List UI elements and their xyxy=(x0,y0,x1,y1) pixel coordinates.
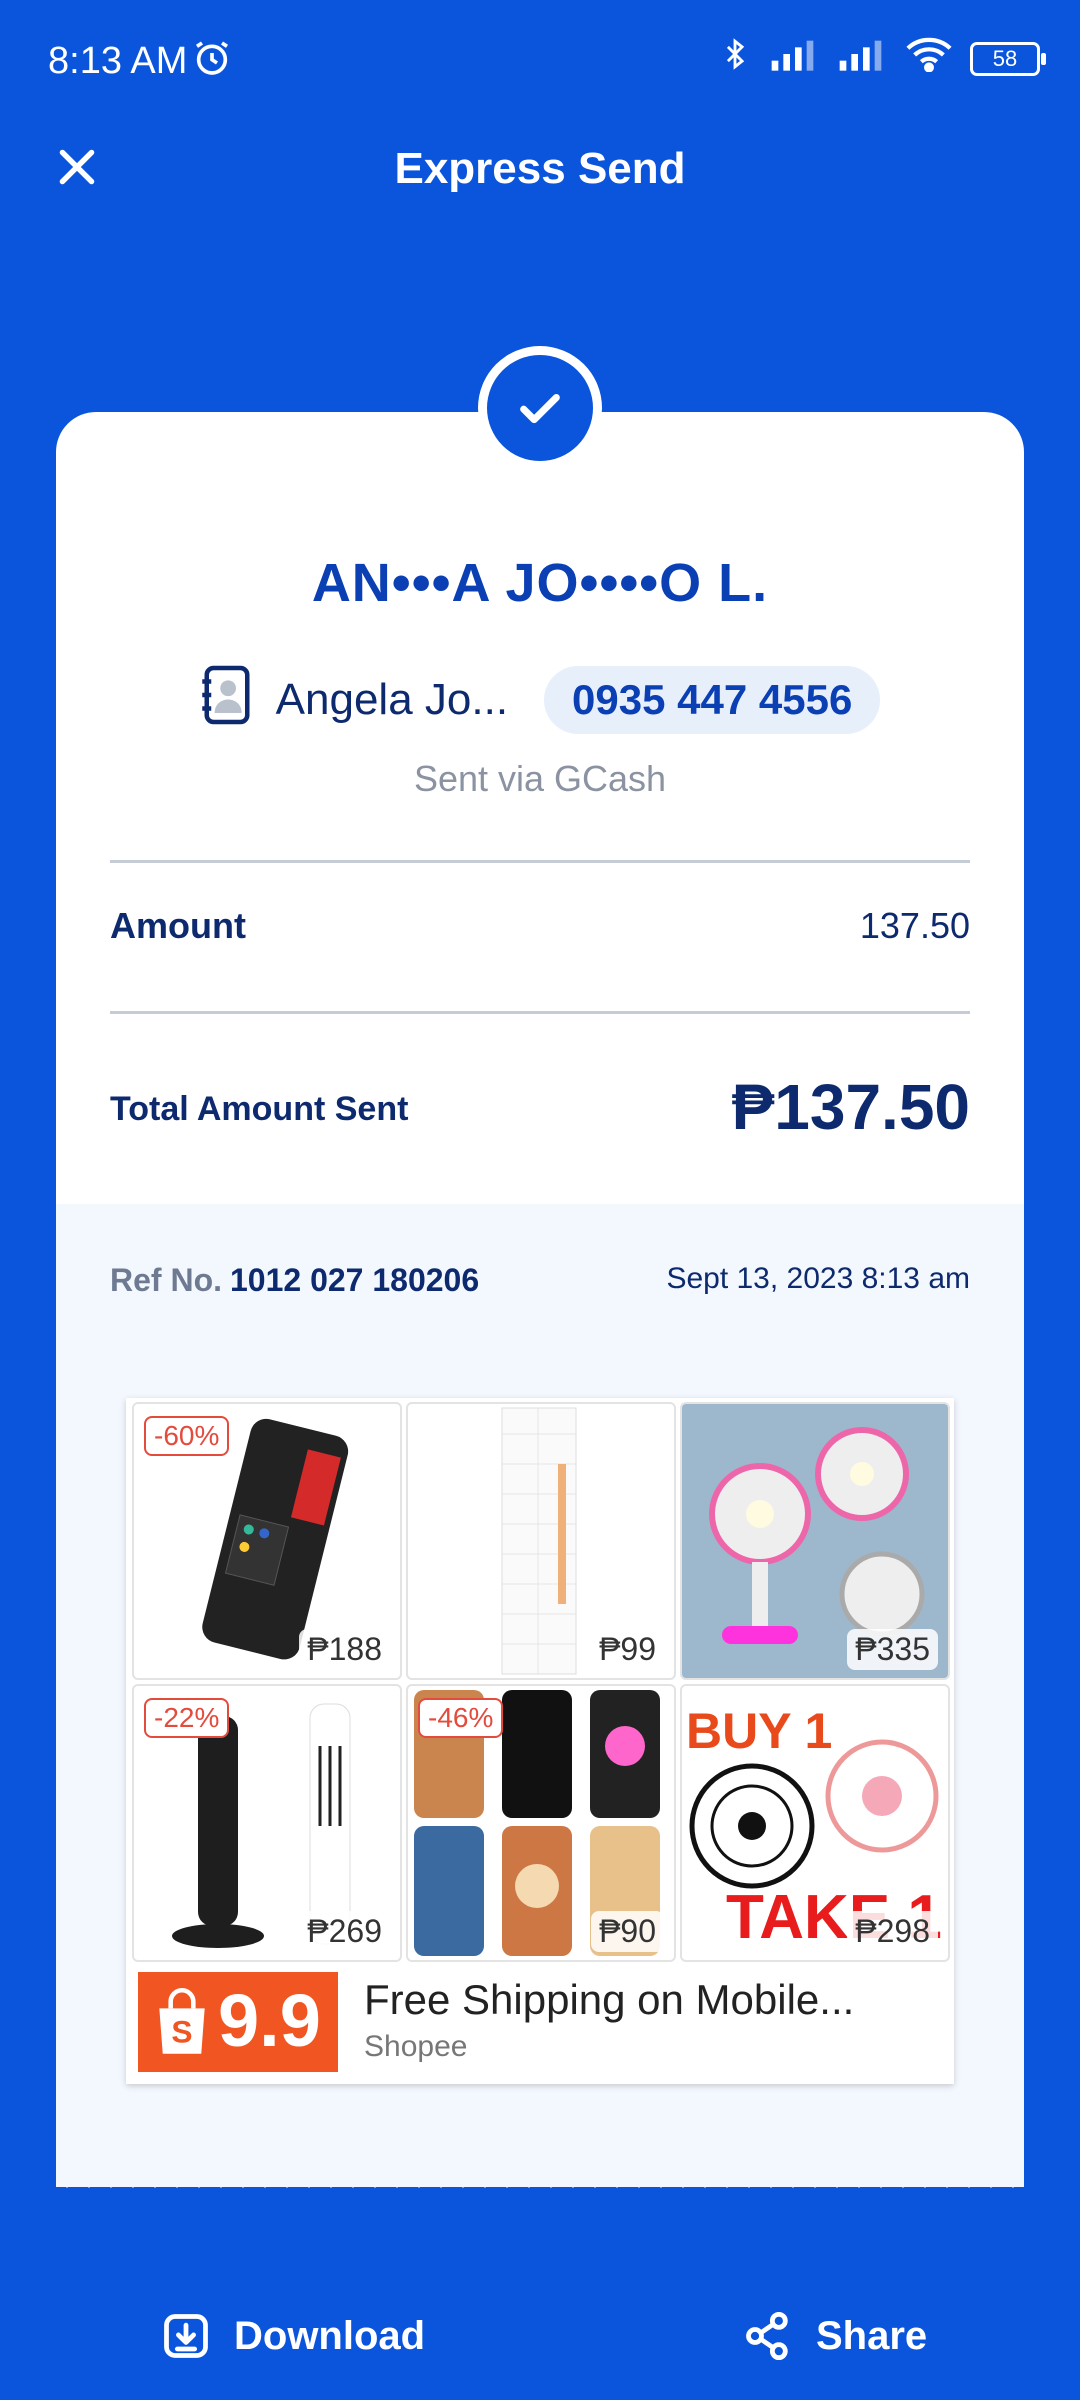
check-icon xyxy=(520,394,560,424)
bottom-actions: Download Share xyxy=(0,2310,1080,2400)
battery-icon: 58 xyxy=(970,42,1046,76)
svg-text:S: S xyxy=(171,2013,192,2049)
ad-brand: Shopee xyxy=(364,2030,468,2063)
share-icon xyxy=(746,2311,788,2361)
transaction-date: Sept 13, 2023 8:13 am xyxy=(666,1262,970,1295)
product-price: ₱188 xyxy=(299,1629,390,1670)
product-price: ₱335 xyxy=(847,1629,938,1670)
bluetooth-icon xyxy=(718,34,752,84)
ad-product-tile[interactable]: -46% ₱90 xyxy=(406,1684,676,1962)
download-label: Download xyxy=(234,2313,426,2358)
sent-via-label: Sent via GCash xyxy=(413,758,667,799)
share-button[interactable]: Share xyxy=(742,2310,927,2362)
page-title: Express Send xyxy=(394,144,686,193)
alarm-icon xyxy=(192,38,232,88)
logo-text: 9.9 xyxy=(218,1979,321,2062)
ad-product-tile[interactable]: ₱99 xyxy=(406,1402,676,1680)
wifi-icon xyxy=(906,36,952,82)
success-check-badge xyxy=(478,346,602,470)
reference-row: Ref No. 1012 027 180206 Sept 13, 2023 8:1… xyxy=(110,1262,970,1299)
contact-name: Angela Jo... xyxy=(275,675,509,724)
discount-badge: -46% xyxy=(418,1698,504,1738)
contact-info: Angela Jo... xyxy=(200,665,508,736)
top-bar: Express Send xyxy=(0,120,1080,220)
divider-top xyxy=(110,860,970,863)
download-icon xyxy=(164,2314,208,2358)
divider-bottom xyxy=(110,1011,970,1014)
ad-product-tile[interactable]: -60% ₱188 xyxy=(132,1402,402,1680)
product-price: ₱298 xyxy=(847,1911,938,1952)
recipient-contact-row: Angela Jo... 0935 447 4556 xyxy=(0,662,1080,738)
discount-badge: -60% xyxy=(144,1416,230,1456)
product-price: ₱99 xyxy=(591,1629,664,1670)
recipient-masked-name: AN•••A JO••••O L. xyxy=(311,553,769,613)
amount-label: Amount xyxy=(110,905,246,946)
recipient-number: 0935 447 4556 xyxy=(544,666,881,734)
download-button[interactable]: Download xyxy=(160,2310,425,2362)
ad-product-tile[interactable]: BUY 1 TAKE 1 ₱298 xyxy=(680,1684,950,1962)
discount-badge: -22% xyxy=(144,1698,230,1738)
total-value: ₱137.50 xyxy=(731,1071,970,1143)
ad-footer[interactable]: S 9.9 Free Shipping on Mobile... Shopee xyxy=(138,1972,942,2072)
ref-label: Ref No. xyxy=(110,1262,222,1298)
shopee-logo: S 9.9 xyxy=(138,1972,338,2072)
shopee-ad[interactable]: -60% ₱188 ₱99 ₱335 -22% ₱269 -46% ₱90 BU… xyxy=(126,1398,954,2084)
shopping-bag-icon: S xyxy=(159,1988,205,2054)
status-time: 8:13 AM xyxy=(48,40,188,82)
signal-icon-2 xyxy=(838,37,888,81)
ad-product-grid: -60% ₱188 ₱99 ₱335 -22% ₱269 -46% ₱90 BU… xyxy=(132,1402,950,1962)
receipt-zigzag-edge xyxy=(56,2154,1024,2188)
ref-number: 1012 027 180206 xyxy=(230,1262,480,1298)
signal-icon xyxy=(770,37,820,81)
ad-product-tile[interactable]: ₱335 xyxy=(680,1402,950,1680)
total-row: Total Amount Sent ₱137.50 xyxy=(110,1070,970,1150)
share-label: Share xyxy=(816,2313,928,2358)
total-label: Total Amount Sent xyxy=(110,1090,409,1128)
amount-row: Amount 137.50 xyxy=(110,905,970,947)
amount-value: 137.50 xyxy=(859,905,970,946)
contact-book-icon xyxy=(200,665,254,736)
status-bar: 8:13 AM 58 xyxy=(0,0,1080,120)
product-price: ₱90 xyxy=(591,1911,664,1952)
product-price: ₱269 xyxy=(299,1911,390,1952)
ad-headline: Free Shipping on Mobile... xyxy=(364,1976,855,2023)
ad-product-tile[interactable]: -22% ₱269 xyxy=(132,1684,402,1962)
